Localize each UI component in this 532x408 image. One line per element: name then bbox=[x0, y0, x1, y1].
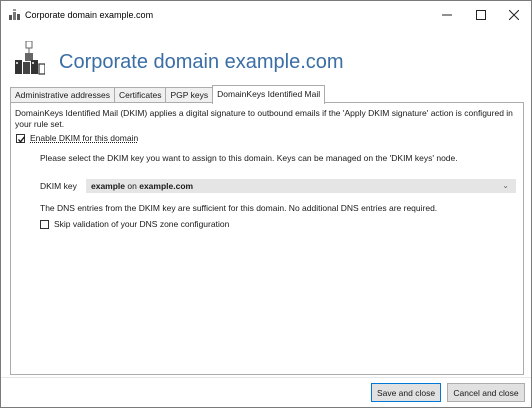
checkmark-icon bbox=[18, 135, 26, 143]
tab-certificates[interactable]: Certificates bbox=[113, 87, 167, 103]
app-icon bbox=[9, 9, 20, 20]
window-title: Corporate domain example.com bbox=[25, 10, 154, 20]
chevron-down-icon: ⌄ bbox=[502, 181, 509, 190]
close-icon bbox=[509, 10, 519, 20]
skip-validation-label: Skip validation of your DNS zone configu… bbox=[54, 219, 230, 229]
minimize-button[interactable] bbox=[430, 1, 464, 29]
dkim-key-label: DKIM key bbox=[40, 181, 77, 191]
dns-info-text: The DNS entries from the DKIM key are su… bbox=[40, 203, 438, 213]
page-title: Corporate domain example.com bbox=[59, 51, 344, 73]
tab-strip: Administrative addresses Certificates PG… bbox=[10, 85, 326, 104]
dkim-key-name: example bbox=[91, 181, 126, 191]
dialog-window: Corporate domain example.com Corporate d… bbox=[0, 0, 532, 408]
dkim-description: DomainKeys Identified Mail (DKIM) applie… bbox=[15, 108, 513, 129]
save-and-close-button[interactable]: Save and close bbox=[371, 383, 441, 402]
footer-divider bbox=[1, 377, 531, 378]
skip-validation-row[interactable]: Skip validation of your DNS zone configu… bbox=[40, 219, 229, 229]
minimize-icon bbox=[442, 14, 452, 16]
tab-pgp-keys[interactable]: PGP keys bbox=[165, 87, 214, 103]
title-bar: Corporate domain example.com bbox=[1, 1, 531, 29]
maximize-icon bbox=[476, 10, 486, 20]
dkim-key-on: on bbox=[125, 181, 140, 191]
skip-validation-checkbox[interactable] bbox=[40, 219, 49, 229]
dkim-key-select[interactable]: example on example.com ⌄ bbox=[86, 179, 516, 193]
dkim-tab-content: DomainKeys Identified Mail (DKIM) applie… bbox=[10, 102, 524, 375]
cancel-and-close-button[interactable]: Cancel and close bbox=[447, 383, 525, 402]
dialog-header: Corporate domain example.com bbox=[1, 29, 531, 83]
enable-dkim-row[interactable]: Enable DKIM for this domain bbox=[16, 133, 138, 143]
dkim-key-domain: example.com bbox=[139, 181, 194, 191]
maximize-button[interactable] bbox=[464, 1, 498, 29]
select-key-hint: Please select the DKIM key you want to a… bbox=[40, 153, 458, 163]
tab-panel: Administrative addresses Certificates PG… bbox=[10, 85, 524, 375]
enable-dkim-label: Enable DKIM for this domain bbox=[30, 133, 139, 143]
close-button[interactable] bbox=[497, 1, 531, 29]
enable-dkim-checkbox[interactable] bbox=[16, 133, 26, 143]
tab-administrative-addresses[interactable]: Administrative addresses bbox=[10, 87, 115, 103]
domain-server-icon bbox=[15, 41, 45, 75]
tab-dkim[interactable]: DomainKeys Identified Mail bbox=[212, 85, 326, 104]
